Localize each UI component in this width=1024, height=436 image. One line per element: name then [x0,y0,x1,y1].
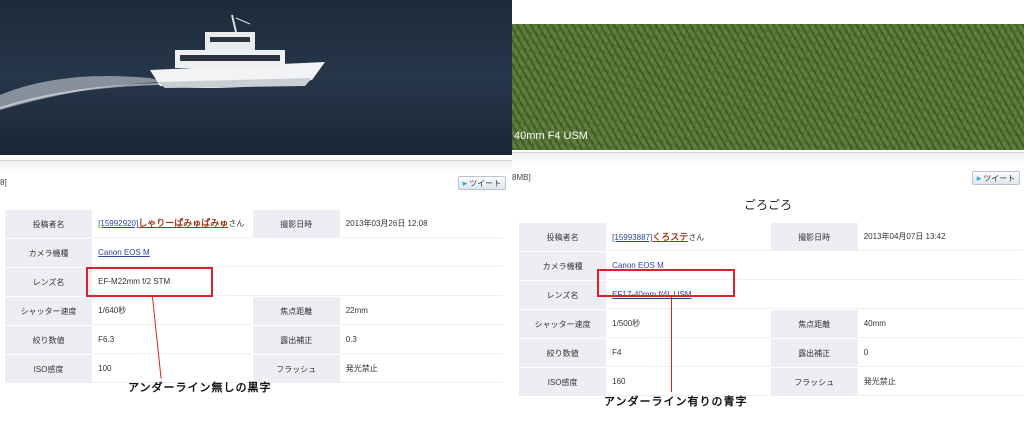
boat-illustration [0,14,325,110]
header-cell: 投稿者名 [519,223,607,251]
annotation-label: アンダーライン無しの黒字 [128,381,272,394]
header-cell: 焦点距離 [770,310,858,338]
meta-fragment: 8MB] [512,173,531,182]
highlight-box [86,267,213,297]
poster-suffix: さん [688,233,705,242]
tweet-label: ツイート [469,178,502,188]
table-row: レンズ名 EF-M22mm f/2 STM [5,268,503,296]
value-cell: 発光禁止 [340,355,503,383]
header-cell: 投稿者名 [5,210,93,238]
value-cell: 2013年03月26日 12:08 [340,210,503,238]
value-cell: F4 [607,339,770,367]
table-row: シャッター速度 1/500秒 焦点距離 40mm [519,310,1023,338]
header-cell: 露出補正 [770,339,858,367]
value-cell: 0.3 [340,326,503,354]
photo-caption: 40mm F4 USM [514,130,588,142]
boat-photo[interactable] [0,0,512,155]
tweet-label: ツイート [983,173,1016,183]
pointer-line [671,297,672,392]
table-row: 投稿者名 [15992920]しゃりーぱみゅぱみゅさん 撮影日時 2013年03… [5,210,503,238]
header-cell: カメラ機種 [5,239,93,267]
twitter-bird-icon: ▸ [976,172,982,183]
left-panel: 8] ▸ ツイート 投稿者名 [15992920]しゃりーぱみゅぱみゅさん 撮影… [0,0,512,436]
value-cell: F6.3 [93,326,252,354]
poster-name-link[interactable]: くろステ [652,232,688,242]
header-cell: 撮影日時 [252,210,340,238]
spec-table: 投稿者名 [15993887]くろステさん 撮影日時 2013年04月07日 1… [518,222,1024,397]
camera-link[interactable]: Canon EOS M [98,248,150,257]
annotation-label: アンダーライン有りの青字 [604,395,748,408]
meta-fragment: 8] [0,178,7,187]
poster-suffix: さん [228,219,245,228]
header-cell: レンズ名 [5,268,93,296]
divider-shadow [0,161,512,171]
poster-cell: [15993887]くろステさん [607,223,770,251]
header-cell: カメラ機種 [519,252,607,280]
header-cell: フラッシュ [770,368,858,396]
poster-name-link[interactable]: しゃりーぱみゅぱみゅ [138,218,228,228]
photo-title: ごろごろ [743,198,792,212]
table-row: カメラ機種 Canon EOS M [519,252,1023,280]
divider-shadow [512,153,1024,163]
twitter-bird-icon: ▸ [462,177,468,188]
header-cell: レンズ名 [519,281,607,309]
value-cell: 160 [607,368,770,396]
header-cell: 絞り数値 [519,339,607,367]
header-cell: 焦点距離 [252,297,340,325]
table-row: ISO感度 160 フラッシュ 発光禁止 [519,368,1023,396]
header-cell: ISO感度 [5,355,93,383]
table-row: 投稿者名 [15993887]くろステさん 撮影日時 2013年04月07日 1… [519,223,1023,251]
table-row: カメラ機種 Canon EOS M [5,239,503,267]
value-cell: 発光禁止 [858,368,1023,396]
header-cell: 撮影日時 [770,223,858,251]
header-cell: シャッター速度 [5,297,93,325]
table-row: 絞り数値 F4 露出補正 0 [519,339,1023,367]
highlight-box [597,269,735,297]
table-row: 絞り数値 F6.3 露出補正 0.3 [5,326,503,354]
value-cell: 0 [858,339,1023,367]
value-cell: 2013年04月07日 13:42 [858,223,1023,251]
table-row: シャッター速度 1/640秒 焦点距離 22mm [5,297,503,325]
camera-cell: Canon EOS M [93,239,503,267]
header-cell: シャッター速度 [519,310,607,338]
poster-cell: [15992920]しゃりーぱみゅぱみゅさん [93,210,252,238]
tweet-button[interactable]: ▸ ツイート [458,176,506,190]
tweet-button[interactable]: ▸ ツイート [972,171,1020,185]
poster-id-link[interactable]: [15993887] [612,233,652,242]
header-cell: 露出補正 [252,326,340,354]
value-cell: 40mm [858,310,1023,338]
spec-table: 投稿者名 [15992920]しゃりーぱみゅぱみゅさん 撮影日時 2013年03… [4,209,504,384]
table-row: レンズ名 EF17-40mm f/4L USM [519,281,1023,309]
value-cell: 22mm [340,297,503,325]
header-cell: 絞り数値 [5,326,93,354]
grass-photo[interactable]: 40mm F4 USM [512,24,1024,150]
right-panel: 40mm F4 USM 8MB] ▸ ツイート ごろごろ 投稿者名 [15993… [512,0,1024,436]
poster-id-link[interactable]: [15992920] [98,219,138,228]
header-cell: ISO感度 [519,368,607,396]
value-cell: 1/500秒 [607,310,770,338]
value-cell: 1/640秒 [93,297,252,325]
